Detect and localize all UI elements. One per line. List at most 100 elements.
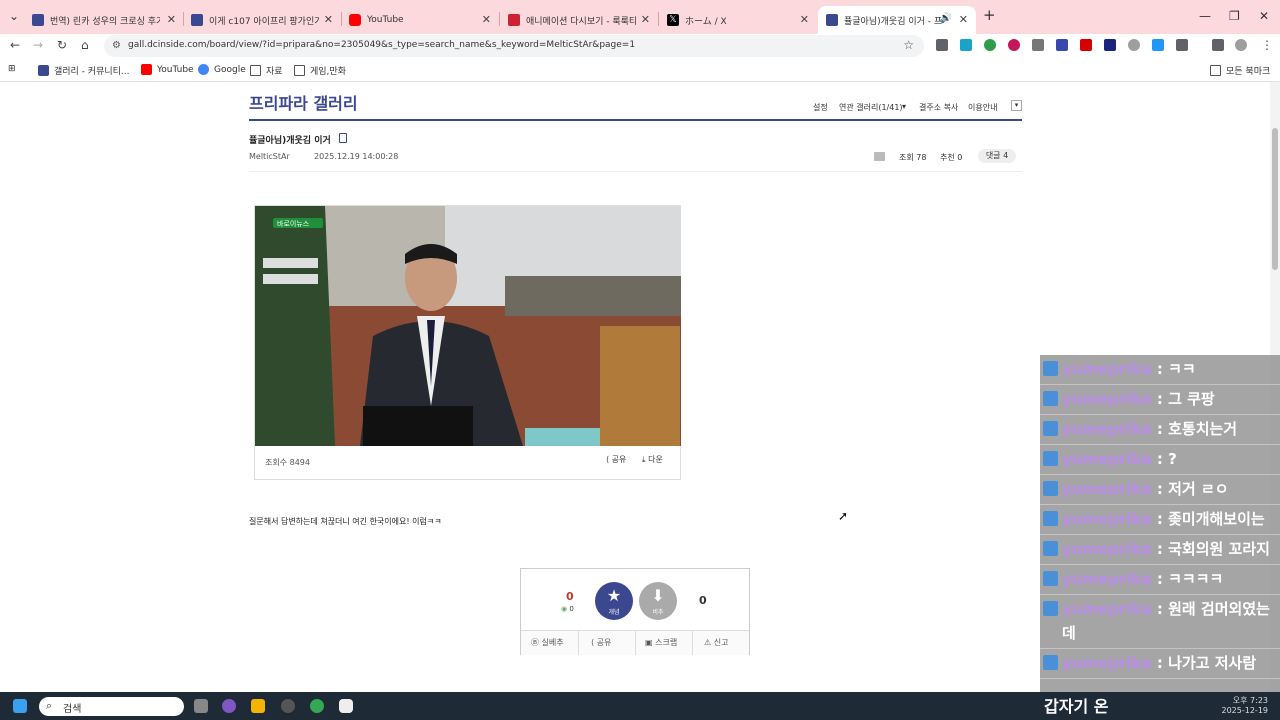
bookmark-gallery[interactable]: 갤러리 - 커뮤니티...	[38, 64, 130, 77]
system-clock[interactable]: 오후 7:23 2025-12-19	[1222, 696, 1269, 716]
video-thumbnail[interactable]: 바로이뉴스	[255, 206, 681, 446]
minimize-icon[interactable]: —	[1199, 9, 1211, 23]
new-tab-icon[interactable]: +	[983, 6, 996, 24]
chrome-icon[interactable]	[310, 699, 324, 713]
tab-5[interactable]: 𝕏 ホーム / X ✕	[659, 6, 817, 34]
post-author[interactable]: MelticStAr	[249, 152, 290, 161]
thumb-down-icon: ⬇	[651, 586, 665, 605]
scrap-button[interactable]: ▣ 스크랩	[645, 637, 677, 648]
chat-message: yumeprika : 그 쿠팡	[1040, 385, 1280, 415]
app-icon[interactable]	[281, 699, 295, 713]
media-icon[interactable]	[1212, 39, 1224, 51]
tab-4[interactable]: 애니메이션 다시보기 - 룩룩티비 ✕	[500, 6, 658, 34]
browser-toolbar: ← → ↻ ⌂ ⚙ gall.dcinside.com/board/view/?…	[0, 34, 1280, 58]
tab-search-icon[interactable]: ⌄	[9, 9, 19, 23]
kakaotalk-icon[interactable]	[339, 699, 353, 713]
extension-icon[interactable]	[1104, 39, 1116, 51]
tab-3[interactable]: YouTube ✕	[341, 6, 499, 34]
video-download-button[interactable]: ⤓ 다운	[642, 454, 663, 465]
usage-guide[interactable]: 이용안내	[968, 102, 997, 113]
downvote-label: 비추	[652, 609, 664, 616]
expand-menu-icon[interactable]: ▾	[1011, 100, 1022, 111]
bookmark-folder-data[interactable]: 자료	[250, 64, 283, 77]
back-icon[interactable]: ←	[10, 38, 20, 52]
best-recommend-button[interactable]: Ⓑ 실베추	[531, 637, 564, 648]
chat-user-icon	[1043, 361, 1058, 376]
folder-icon[interactable]	[874, 152, 885, 161]
siren-icon: ⚠	[704, 638, 714, 647]
close-tab-icon[interactable]: ✕	[959, 13, 968, 26]
windows-start-icon[interactable]	[13, 699, 27, 713]
forward-icon[interactable]: →	[33, 38, 43, 52]
extension-icon[interactable]	[936, 39, 948, 51]
extension-icon[interactable]	[1032, 39, 1044, 51]
home-icon[interactable]: ⌂	[81, 38, 89, 52]
extension-icon[interactable]	[1008, 39, 1020, 51]
scroll-thumb[interactable]	[1272, 128, 1278, 270]
all-bookmarks[interactable]: 모든 북마크	[1210, 64, 1270, 77]
url-text[interactable]: gall.dcinside.com/board/view/?id=pripara…	[128, 40, 635, 50]
profile-avatar[interactable]	[1235, 39, 1247, 51]
extension-icon[interactable]	[1056, 39, 1068, 51]
tab-title: 번역) 린카 성우의 크로싱 후기	[50, 16, 160, 27]
extensions-puzzle-icon[interactable]	[1176, 39, 1188, 51]
copy-address[interactable]: 결주소 복사	[919, 102, 958, 113]
scrap-icon: ▣	[645, 638, 656, 647]
comment-count-button[interactable]: 댓글 4	[978, 149, 1016, 163]
task-view-icon[interactable]	[194, 699, 208, 713]
tab-title: YouTube	[367, 15, 404, 25]
share-button[interactable]: ⟨ 공유	[591, 637, 611, 648]
site-info-icon[interactable]: ⚙	[112, 40, 121, 51]
bookmark-star-icon[interactable]: ☆	[903, 38, 914, 52]
tab-1[interactable]: 번역) 린카 성우의 크로싱 후기 ✕	[24, 6, 184, 34]
extension-icon[interactable]	[1128, 39, 1140, 51]
extension-icon[interactable]	[984, 39, 996, 51]
related-galleries[interactable]: 연관 갤러리(1/41)	[839, 102, 903, 113]
close-tab-icon[interactable]: ✕	[641, 13, 650, 26]
download-icon[interactable]	[1152, 39, 1164, 51]
chat-message: yumeprika : 원래 검머외였는데	[1040, 595, 1280, 649]
bookmark-google[interactable]: Google	[198, 64, 246, 75]
dc-favicon-icon	[826, 14, 838, 26]
upvote-label: 개념	[608, 609, 620, 616]
dropdown-icon[interactable]: ▾	[902, 102, 906, 111]
apps-grid-icon[interactable]: ⊞	[8, 64, 16, 74]
bookmark-folder-games[interactable]: 게임,만화	[294, 64, 346, 77]
close-tab-icon[interactable]: ✕	[482, 13, 491, 26]
close-tab-icon[interactable]: ✕	[324, 13, 333, 26]
tab-title: ホーム / X	[685, 16, 727, 27]
video-view-count: 조회수 8494	[265, 458, 310, 467]
star-icon: ★	[606, 586, 622, 605]
extension-icon[interactable]	[1080, 39, 1092, 51]
taskbar-search[interactable]: ⌕ 검색	[39, 697, 184, 716]
close-tab-icon[interactable]: ✕	[167, 13, 176, 26]
chat-user-icon	[1043, 511, 1058, 526]
copilot-icon[interactable]	[222, 699, 236, 713]
audio-icon[interactable]: 🔊	[940, 13, 952, 24]
tab-6-active[interactable]: 퓰글아님)개웃김 이거 - 프리 🔊 ✕	[818, 6, 976, 34]
restore-icon[interactable]: ❐	[1229, 9, 1240, 23]
view-count: 조회 78	[899, 153, 927, 162]
chat-user-icon	[1043, 571, 1058, 586]
close-window-icon[interactable]: ✕	[1259, 9, 1269, 23]
bookmark-youtube[interactable]: YouTube	[141, 64, 194, 75]
upvote-button[interactable]: ★ 개념	[595, 582, 633, 620]
recommend-count: 추천 0	[940, 153, 963, 162]
menu-dots-icon[interactable]: ⋮	[1261, 38, 1273, 52]
embedded-video[interactable]: 바로이뉴스 조회수 8494 ⟨ 공유 ⤓ 다운	[254, 205, 681, 480]
file-explorer-icon[interactable]	[251, 699, 265, 713]
gallery-title[interactable]: 프리파라 갤러리	[249, 90, 358, 114]
gallery-settings[interactable]: 설정	[813, 102, 828, 113]
downvote-button[interactable]: ⬇ 비추	[639, 582, 677, 620]
report-button[interactable]: ⚠ 신고	[704, 637, 728, 648]
chat-user-icon	[1043, 541, 1058, 556]
tab-2[interactable]: 이게 c107 아이프리 팡가인가? ✕	[183, 6, 341, 34]
extension-icon[interactable]	[960, 39, 972, 51]
reload-icon[interactable]: ↻	[57, 38, 67, 52]
address-bar[interactable]: ⚙ gall.dcinside.com/board/view/?id=pripa…	[104, 35, 924, 57]
anime-favicon-icon	[508, 14, 520, 26]
video-share-button[interactable]: ⟨ 공유	[606, 454, 626, 465]
close-tab-icon[interactable]: ✕	[800, 13, 809, 26]
dc-favicon-icon	[32, 14, 44, 26]
chat-user-icon	[1043, 601, 1058, 616]
